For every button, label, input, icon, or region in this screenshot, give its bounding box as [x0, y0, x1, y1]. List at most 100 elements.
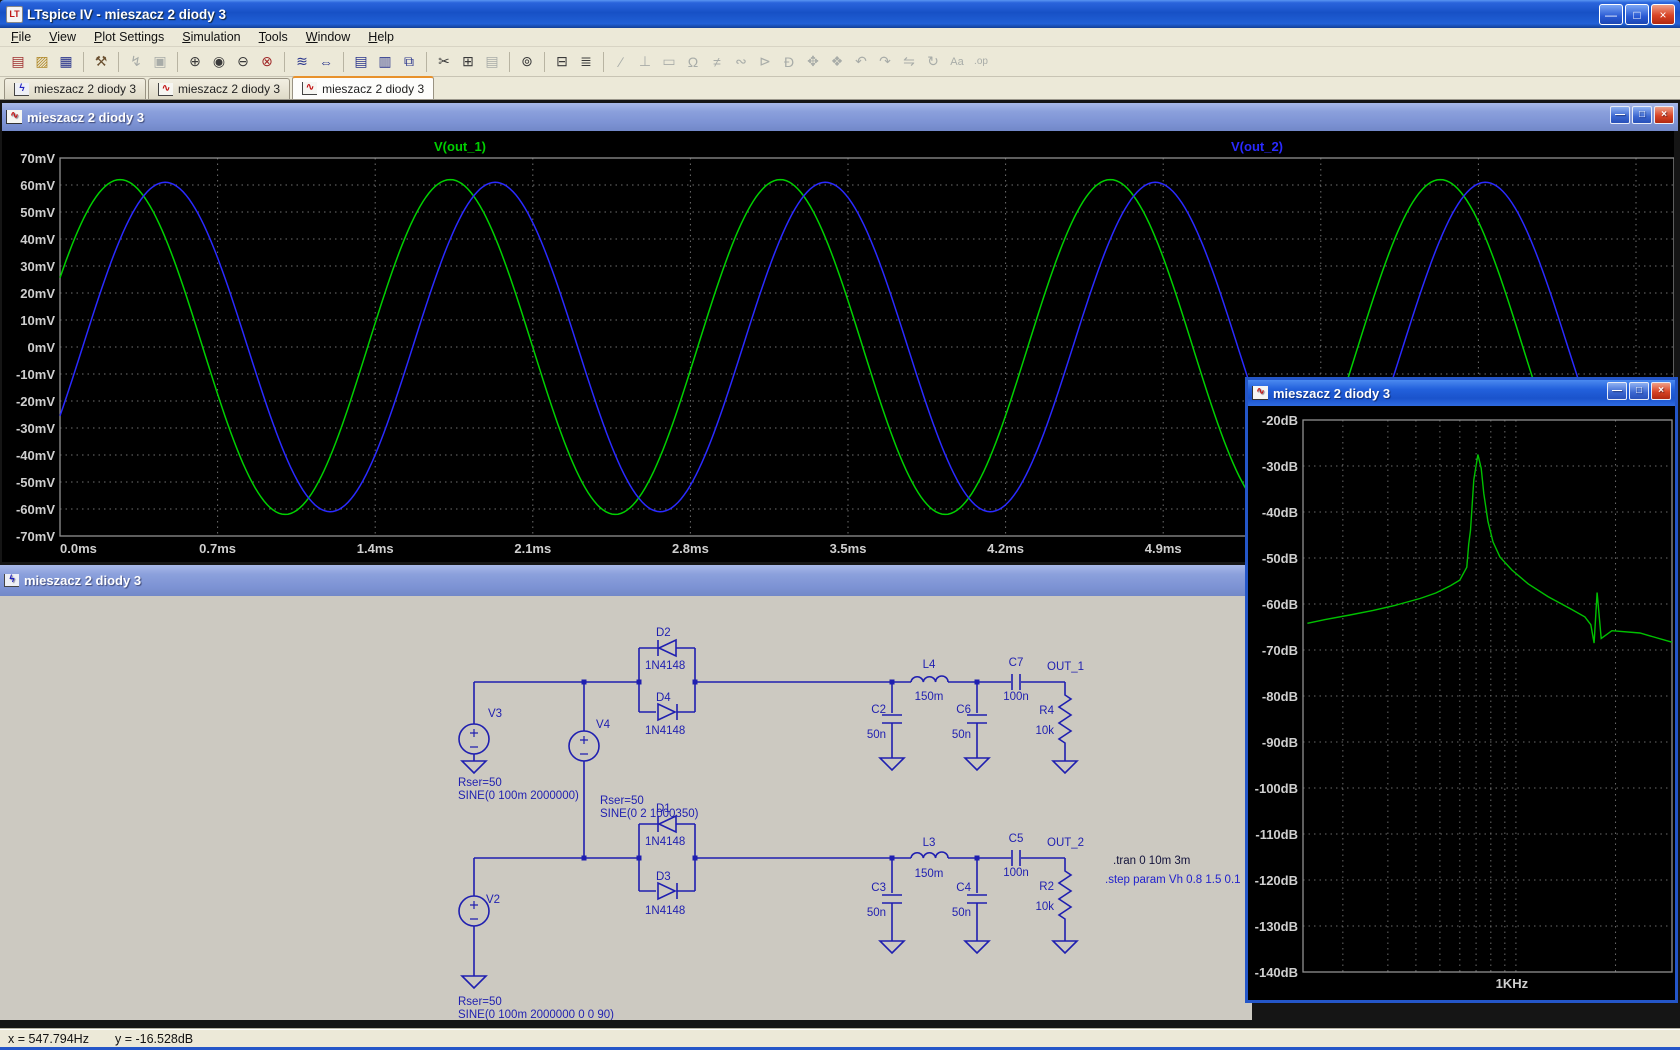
label-l4-value: 150m — [915, 691, 944, 703]
trace-label[interactable]: V(out_2) — [1231, 139, 1283, 154]
control-panel-icon[interactable]: ⚒ — [90, 51, 112, 73]
schematic-window-title-bar[interactable]: ϟ mieszacz 2 diody 3 — [0, 565, 1256, 596]
ground-r2 — [1053, 941, 1077, 953]
place-capacitor-icon: ≠ — [706, 51, 728, 73]
menu-window[interactable]: Window — [297, 29, 359, 45]
menu-tools[interactable]: Tools — [250, 29, 297, 45]
waveform-close-button[interactable]: × — [1654, 106, 1674, 124]
tile-vertically-icon[interactable]: ▤ — [350, 51, 372, 73]
label-out1: OUT_1 — [1047, 661, 1084, 673]
label-out2: OUT_2 — [1047, 837, 1084, 849]
fft-close-button[interactable]: × — [1651, 382, 1671, 400]
schematic-icon: ϟ — [14, 83, 29, 96]
fft-window-icon: ∿ — [1252, 386, 1268, 400]
label-v2-rser: Rser=50 — [458, 996, 502, 1008]
place-component-icon: Ð — [778, 51, 800, 73]
waveform-icon: ∿ — [302, 82, 317, 95]
waveform-x-tick: 0.0ms — [60, 541, 97, 556]
save-icon[interactable]: ▦ — [55, 51, 77, 73]
spice-directive-icon: .op — [970, 51, 992, 73]
zoom-full-extents-icon[interactable]: ⊗ — [256, 51, 278, 73]
place-ground-icon: ⊥ — [634, 51, 656, 73]
fft-y-tick: -90dB — [1262, 735, 1298, 750]
zoom-in-icon[interactable]: ⊕ — [184, 51, 206, 73]
schematic-window-title: mieszacz 2 diody 3 — [24, 573, 141, 588]
status-y-readout: y = -16.528dB — [115, 1032, 193, 1046]
menu-view[interactable]: View — [40, 29, 85, 45]
zoom-out-icon[interactable]: ⊖ — [232, 51, 254, 73]
open-file-icon[interactable]: ▨ — [31, 51, 53, 73]
waveform-y-tick: 0mV — [28, 340, 56, 355]
label-r2-value: 10k — [1035, 901, 1054, 913]
toolbar-separator — [544, 52, 545, 72]
autorange-axes-icon[interactable]: ⇔ — [315, 51, 337, 73]
waveform-icon: ∿ — [158, 83, 173, 96]
label-d3: D3 — [656, 871, 671, 883]
menu-plot-settings[interactable]: Plot Settings — [85, 29, 173, 45]
app-title-bar[interactable]: LT LTspice IV - mieszacz 2 diody 3 — □ × — [0, 0, 1680, 28]
tile-horizontally-icon[interactable]: ▥ — [374, 51, 396, 73]
app-icon: LT — [6, 6, 23, 23]
waveform-minimize-button[interactable]: — — [1610, 106, 1630, 124]
place-label-icon: ▭ — [658, 51, 680, 73]
fft-window-title-bar[interactable]: ∿ mieszacz 2 diody 3 — □ × — [1248, 380, 1675, 406]
inductor-l4 — [911, 676, 948, 682]
fft-restore-button[interactable]: □ — [1629, 382, 1649, 400]
label-d1-model: 1N4148 — [645, 836, 685, 848]
source-v3-body — [459, 724, 489, 754]
fft-plot-area[interactable]: -20dB-30dB-40dB-50dB-60dB-70dB-80dB-90dB… — [1248, 406, 1675, 1000]
waveform-restore-button[interactable]: □ — [1632, 106, 1652, 124]
menu-simulation[interactable]: Simulation — [173, 29, 249, 45]
menu-bar: FileViewPlot SettingsSimulationToolsWind… — [0, 28, 1680, 47]
mirror-icon: ⇋ — [898, 51, 920, 73]
print-preview-icon[interactable]: ⊟ — [551, 51, 573, 73]
label-c2: C2 — [871, 704, 886, 716]
fft-x-tick: 1KHz — [1496, 976, 1529, 991]
label-c3-value: 50n — [867, 907, 886, 919]
waveform-window-title-bar[interactable]: ∿ mieszacz 2 diody 3 — □ × — [2, 103, 1678, 131]
fft-y-tick: -70dB — [1262, 643, 1298, 658]
label-c4-value: 50n — [952, 907, 971, 919]
minimize-button[interactable]: — — [1599, 4, 1623, 25]
schematic-drawing: V3 V4 V2 D2 1N4148 D4 1N4148 D1 1N4148 D… — [0, 596, 1252, 1020]
fft-y-tick: -30dB — [1262, 459, 1298, 474]
fft-y-tick: -80dB — [1262, 689, 1298, 704]
directive-step: .step param Vh 0.8 1.5 0.1 — [1105, 874, 1241, 886]
rotate-icon: ↻ — [922, 51, 944, 73]
place-text-icon: Aa — [946, 51, 968, 73]
close-button[interactable]: × — [1651, 4, 1675, 25]
zoom-area-icon[interactable]: ◉ — [208, 51, 230, 73]
fft-minimize-button[interactable]: — — [1607, 382, 1627, 400]
fft-y-tick: -50dB — [1262, 551, 1298, 566]
cut-icon[interactable]: ✂ — [433, 51, 455, 73]
waveform-x-tick: 2.8ms — [672, 541, 709, 556]
tab-2-waveform[interactable]: ∿mieszacz 2 diody 3 — [148, 78, 290, 99]
label-d4: D4 — [656, 692, 671, 704]
print-icon[interactable]: ≣ — [575, 51, 597, 73]
capacitor-c2 — [882, 682, 902, 758]
inductor-l3 — [911, 852, 948, 858]
ground-c3 — [880, 941, 904, 953]
menu-file[interactable]: File — [2, 29, 40, 45]
cascade-windows-icon[interactable]: ⧉ — [398, 51, 420, 73]
fft-plot[interactable]: -20dB-30dB-40dB-50dB-60dB-70dB-80dB-90dB… — [1248, 406, 1675, 1000]
waveform-y-tick: -40mV — [16, 448, 55, 463]
find-icon[interactable]: ⊚ — [516, 51, 538, 73]
waveform-y-tick: -30mV — [16, 421, 55, 436]
maximize-button[interactable]: □ — [1625, 4, 1649, 25]
waveform-y-tick: 70mV — [20, 151, 55, 166]
status-x-readout: x = 547.794Hz — [8, 1032, 89, 1046]
label-c5: C5 — [1009, 833, 1024, 845]
trace-label[interactable]: V(out_1) — [434, 139, 486, 154]
new-schematic-icon[interactable]: ▤ — [7, 51, 29, 73]
tab-1-schematic[interactable]: ϟmieszacz 2 diody 3 — [4, 78, 146, 99]
diode-d4 — [639, 704, 695, 720]
run-simulation-icon: ↯ — [125, 51, 147, 73]
label-c7: C7 — [1009, 657, 1024, 669]
menu-help[interactable]: Help — [359, 29, 403, 45]
schematic-canvas[interactable]: V3 V4 V2 D2 1N4148 D4 1N4148 D1 1N4148 D… — [0, 596, 1252, 1020]
copy-icon[interactable]: ⊞ — [457, 51, 479, 73]
tab-3-waveform[interactable]: ∿mieszacz 2 diody 3 — [292, 76, 434, 99]
plot-settings-icon[interactable]: ≋ — [291, 51, 313, 73]
source-v2-body — [459, 896, 489, 926]
